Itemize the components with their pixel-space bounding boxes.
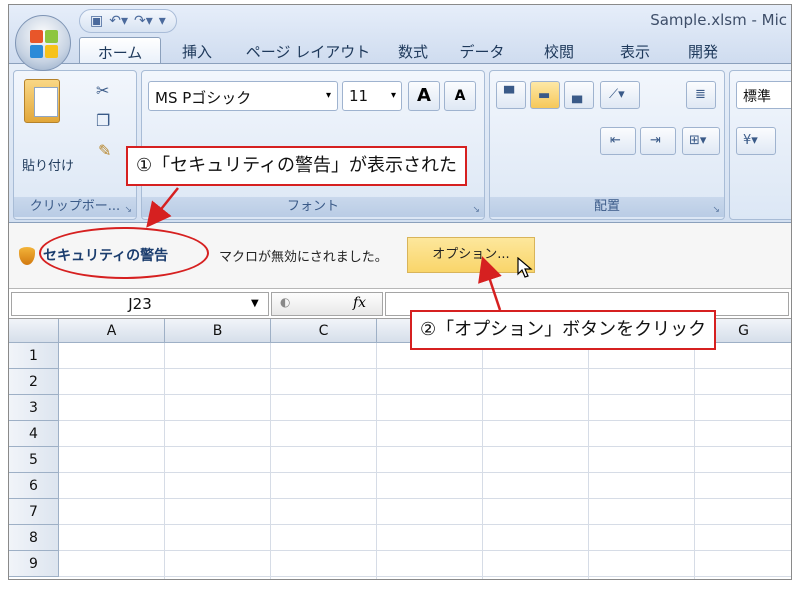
paste-label[interactable]: 貼り付け <box>22 155 74 174</box>
security-warning-message: マクロが無効にされました。 <box>219 250 388 265</box>
tab-developer[interactable]: 開発 <box>673 37 733 63</box>
security-warning-bar: セキュリティの警告 マクロが無効にされました。 オプション... <box>9 223 791 289</box>
decrease-indent-button[interactable]: ⇤ <box>600 127 636 155</box>
number-group: 標準 ¥▾ <box>729 70 791 220</box>
mouse-cursor-icon <box>517 257 533 278</box>
cut-icon[interactable]: ✂ <box>96 81 109 100</box>
wrap-text-icon: ≣ <box>695 87 706 102</box>
wrap-text-button[interactable]: ≣ <box>686 81 716 109</box>
grow-font-button[interactable]: A <box>408 81 440 111</box>
tab-data[interactable]: データ <box>443 37 521 63</box>
row-header-2[interactable]: 2 <box>9 369 59 395</box>
increase-indent-button[interactable]: ⇥ <box>640 127 676 155</box>
align-bottom-button[interactable]: ▄ <box>564 81 594 109</box>
align-top-icon: ▀ <box>504 87 514 102</box>
align-bottom-icon: ▄ <box>572 89 582 104</box>
currency-icon: ¥▾ <box>743 133 758 148</box>
row-header-5[interactable]: 5 <box>9 447 59 473</box>
column-header-c[interactable]: C <box>271 319 377 343</box>
shrink-font-button[interactable]: A <box>444 81 476 111</box>
alignment-group: ▀ ▬ ▄ ⟋▾ ≣ ⇤ ⇥ ⊞▾ 配置 ↘ <box>489 70 725 220</box>
column-header-a[interactable]: A <box>59 319 165 343</box>
font-name-value: MS Pゴシック <box>155 89 252 107</box>
format-painter-icon[interactable]: ✎ <box>98 141 111 160</box>
tab-insert[interactable]: 挿入 <box>161 37 233 63</box>
quick-access-toolbar: ▣ ↶▾ ↷▾ ▾ <box>79 9 177 33</box>
annotation-step2: ②「オプション」ボタンをクリック <box>410 310 717 350</box>
alignment-group-label: 配置 <box>490 197 724 217</box>
name-box-dropdown-icon[interactable]: ▼ <box>251 298 259 309</box>
row-header-7[interactable]: 7 <box>9 499 59 525</box>
ribbon-tabs: ホーム 挿入 ページ レイアウト 数式 データ 校閲 表示 開発 <box>79 37 733 63</box>
shield-icon <box>19 247 35 265</box>
save-icon[interactable]: ▣ <box>90 13 103 29</box>
row-header-8[interactable]: 8 <box>9 525 59 551</box>
tab-formulas[interactable]: 数式 <box>383 37 443 63</box>
paste-sheet-icon <box>34 87 58 117</box>
font-name-select[interactable]: MS Pゴシック ▾ <box>148 81 338 111</box>
annotation-step1: ①「セキュリティの警告」が表示された <box>126 146 468 186</box>
office-button[interactable] <box>15 15 71 71</box>
select-all-corner[interactable] <box>9 319 59 343</box>
copy-icon[interactable]: ❐ <box>96 111 110 130</box>
worksheet-grid: A B C D E F G 1 2 3 4 5 6 7 8 9 <box>9 319 791 579</box>
tab-home[interactable]: ホーム <box>79 37 161 63</box>
merge-cells-icon: ⊞▾ <box>689 133 707 148</box>
options-button[interactable]: オプション... <box>407 237 535 273</box>
currency-button[interactable]: ¥▾ <box>736 127 776 155</box>
row-header-6[interactable]: 6 <box>9 473 59 499</box>
font-group: MS Pゴシック ▾ 11 ▾ A A フォント ↘ <box>141 70 485 220</box>
cell-area[interactable] <box>59 343 791 579</box>
undo-icon[interactable]: ↶▾ <box>109 13 128 29</box>
orientation-button[interactable]: ⟋▾ <box>600 81 640 109</box>
font-launcher-icon[interactable]: ↘ <box>472 205 480 215</box>
window-title: Sample.xlsm - Mic <box>650 11 787 29</box>
alignment-launcher-icon[interactable]: ↘ <box>712 205 720 215</box>
orientation-icon: ⟋▾ <box>609 87 625 102</box>
align-top-button[interactable]: ▀ <box>496 81 526 109</box>
row-header-1[interactable]: 1 <box>9 343 59 369</box>
number-format-value: 標準 <box>743 89 771 105</box>
name-box[interactable]: J23 <box>11 292 269 316</box>
merge-cells-button[interactable]: ⊞▾ <box>682 127 720 155</box>
clipboard-group-label: クリップボー... <box>14 197 136 217</box>
title-bar: ▣ ↶▾ ↷▾ ▾ Sample.xlsm - Mic ホーム 挿入 ページ レ… <box>9 5 791 63</box>
clipboard-group: 貼り付け ✂ ❐ ✎ クリップボー... ↘ <box>13 70 137 220</box>
office-logo-icon <box>30 30 58 58</box>
excel-window: ▣ ↶▾ ↷▾ ▾ Sample.xlsm - Mic ホーム 挿入 ページ レ… <box>8 4 792 580</box>
security-warning-highlight <box>39 227 209 279</box>
tab-page-layout[interactable]: ページ レイアウト <box>233 37 383 63</box>
align-middle-button[interactable]: ▬ <box>530 81 560 109</box>
ribbon: 貼り付け ✂ ❐ ✎ クリップボー... ↘ MS Pゴシック ▾ 11 ▾ A… <box>9 63 791 223</box>
increase-indent-icon: ⇥ <box>650 133 661 148</box>
font-size-dropdown-icon[interactable]: ▾ <box>391 90 396 101</box>
column-header-b[interactable]: B <box>165 319 271 343</box>
row-header-3[interactable]: 3 <box>9 395 59 421</box>
insert-function-button[interactable]: fx <box>353 295 366 311</box>
qat-customize-icon[interactable]: ▾ <box>159 13 166 29</box>
formula-bar-expand-icon[interactable]: ◐ <box>280 295 290 309</box>
formula-controls: ◐ <box>271 292 383 316</box>
font-size-value: 11 <box>349 87 369 105</box>
redo-icon[interactable]: ↷▾ <box>134 13 153 29</box>
tab-view[interactable]: 表示 <box>597 37 673 63</box>
number-format-select[interactable]: 標準 <box>736 81 791 109</box>
align-middle-icon: ▬ <box>538 88 551 103</box>
clipboard-launcher-icon[interactable]: ↘ <box>124 205 132 215</box>
tab-review[interactable]: 校閲 <box>521 37 597 63</box>
row-header-9[interactable]: 9 <box>9 551 59 577</box>
decrease-indent-icon: ⇤ <box>610 133 621 148</box>
font-name-dropdown-icon[interactable]: ▾ <box>326 90 331 101</box>
row-header-4[interactable]: 4 <box>9 421 59 447</box>
font-size-select[interactable]: 11 ▾ <box>342 81 402 111</box>
font-group-label: フォント <box>142 197 484 217</box>
